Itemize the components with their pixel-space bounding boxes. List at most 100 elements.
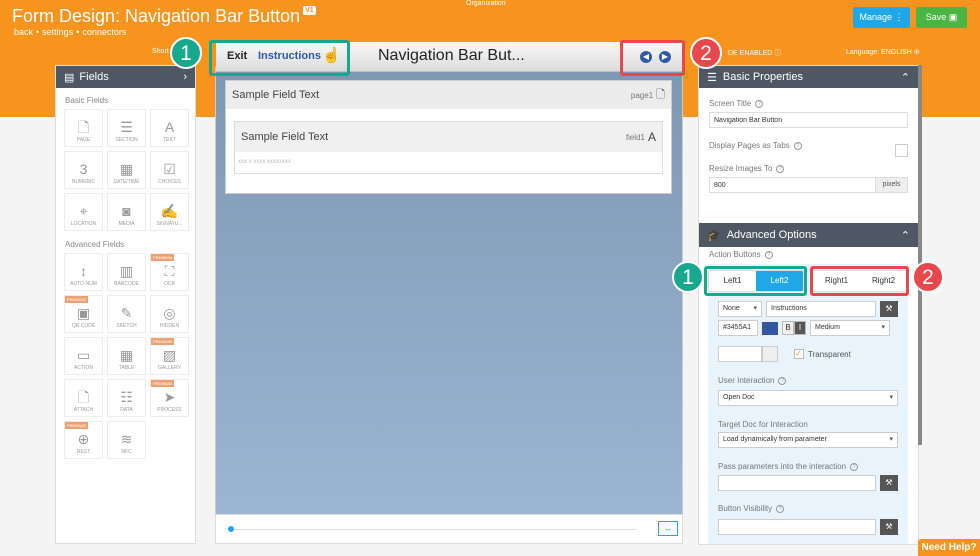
basic-fields-heading: Basic Fields — [65, 96, 109, 105]
more-vertical-icon: ⋮ — [894, 12, 904, 22]
collapse-arrow-icon[interactable]: › — [183, 71, 187, 83]
wrench-icon[interactable]: ⚒ — [880, 301, 898, 317]
advanced-options-header[interactable]: 🎓 Advanced Options ⌃ — [699, 223, 918, 247]
canvas-footer: ↔ — [215, 514, 683, 544]
field-tile-page[interactable]: 🗋 PAGE — [64, 109, 103, 147]
field-tile-table[interactable]: ▦ TABLE — [107, 337, 146, 375]
field-tile-sketch[interactable]: ✎ SKETCH — [107, 295, 146, 333]
action-buttons-label: Action Buttons? — [709, 250, 773, 259]
field-tile-attach[interactable]: 🗋 ATTACH — [64, 379, 103, 417]
help-icon[interactable]: ? — [778, 376, 787, 385]
help-icon[interactable]: ? — [850, 462, 859, 471]
auto-number-icon: ↕ — [80, 263, 87, 279]
field-tile-camera[interactable]: ◙ MEDIA — [107, 193, 146, 231]
resize-images-input[interactable] — [709, 177, 876, 193]
breadcrumb-connectors[interactable]: connectors — [82, 27, 126, 37]
zoom-slider-handle[interactable] — [228, 526, 234, 532]
attach-icon: 🗋 — [77, 389, 90, 405]
action-buttons-label-text: Action Buttons — [709, 250, 761, 259]
button-text-input[interactable]: Instructions — [766, 301, 876, 317]
field-tile-send[interactable]: PREMIUM ➤ PROCESS — [150, 379, 189, 417]
field-tile-location-pin[interactable]: ⌖ LOCATION — [64, 193, 103, 231]
background-color-input[interactable] — [718, 346, 762, 362]
field-tile-label: HIDDEN — [159, 323, 180, 329]
properties-scrollbar[interactable] — [918, 65, 922, 445]
breadcrumb-settings[interactable]: settings — [42, 27, 73, 37]
field-tile-section[interactable]: ☰ SECTION — [107, 109, 146, 147]
button-type-select[interactable]: None — [718, 301, 762, 317]
transparent-checkbox[interactable]: ✓ — [794, 349, 804, 359]
field-card[interactable]: Sample Field Text field1 A xxx x xxxx xx… — [234, 121, 663, 174]
organization-label[interactable]: Organization — [466, 0, 506, 7]
field-tile-action[interactable]: ▭ ACTION — [64, 337, 103, 375]
display-tabs-label: Display Pages as Tabs? — [709, 141, 918, 150]
signature-icon: ✍ — [160, 203, 179, 219]
field-tile-numeric[interactable]: 3 NUMERIC — [64, 151, 103, 189]
help-icon[interactable]: ? — [764, 250, 773, 259]
user-interaction-select[interactable]: Open Doc — [718, 390, 898, 406]
wrench-icon[interactable]: ⚒ — [880, 519, 898, 535]
properties-panel: ☰ Basic Properties ⌃ Screen Title? Displ… — [698, 65, 919, 545]
bold-toggle[interactable]: B — [782, 321, 794, 335]
field-tile-eye-slash[interactable]: ◎ HIDDEN — [150, 295, 189, 333]
target-doc-select[interactable]: Load dynamically from parameter — [718, 432, 898, 448]
field-tile-text[interactable]: A TEXT — [150, 109, 189, 147]
breadcrumb-back[interactable]: back — [14, 27, 33, 37]
color-hex-input[interactable]: #3455A1 — [718, 320, 758, 336]
field-tile-checkbox[interactable]: ☑ CHOICES — [150, 151, 189, 189]
field-tile-label: SECTION — [115, 137, 138, 143]
save-button-label: Save — [925, 12, 947, 22]
list-icon: ☰ — [707, 71, 717, 84]
field-tile-database[interactable]: ☷ DATA — [107, 379, 146, 417]
field-tile-label: TABLE — [118, 365, 135, 371]
field-header: Sample Field Text field1 A — [235, 122, 662, 152]
screen-title-input[interactable] — [709, 112, 908, 128]
field-tile-globe[interactable]: PREMIUM ⊕ REST — [64, 421, 103, 459]
need-help-button[interactable]: Need Help? — [918, 539, 980, 556]
help-icon[interactable]: ? — [776, 504, 785, 513]
font-size-select[interactable]: Medium — [810, 320, 890, 336]
document-icon: ▤ — [64, 71, 75, 84]
expand-width-icon[interactable]: ↔ — [658, 521, 678, 536]
field-tile-signature[interactable]: ✍ SIGNATU... — [150, 193, 189, 231]
screen-title-label: Screen Title? — [709, 99, 918, 108]
advanced-options-title: Advanced Options — [726, 229, 817, 241]
language-selector[interactable]: Language: ENGLISH ⊕ — [846, 48, 920, 56]
italic-toggle[interactable]: I — [794, 321, 806, 335]
field-tile-qr-code[interactable]: PREMIUM ▣ QR CODE — [64, 295, 103, 333]
field-tile-calendar[interactable]: ▦ DATE/TIME — [107, 151, 146, 189]
save-button[interactable]: Save ▣ — [916, 7, 967, 28]
display-tabs-checkbox[interactable] — [895, 144, 908, 157]
field-tile-label: AUTO-NUM — [70, 281, 97, 287]
page-card[interactable]: Sample Field Text page1 🗋 Sample Field T… — [225, 80, 672, 194]
field-tile-barcode[interactable]: ▥ BARCODE — [107, 253, 146, 291]
pass-params-label: Pass parameters into the interaction? — [718, 462, 859, 471]
field-tile-label: BARCODE — [114, 281, 139, 287]
table-icon: ▦ — [119, 347, 134, 363]
help-circle-icon[interactable]: ⓘ — [774, 50, 781, 57]
database-icon: ☷ — [120, 389, 133, 405]
wrench-icon[interactable]: ⚒ — [880, 475, 898, 491]
zoom-slider-track[interactable] — [231, 529, 636, 530]
help-icon[interactable]: ? — [793, 141, 802, 150]
field-tile-nfc[interactable]: ≋ NFC — [107, 421, 146, 459]
field-tile-auto-number[interactable]: ↕ AUTO-NUM — [64, 253, 103, 291]
background-color-swatch[interactable] — [762, 346, 778, 362]
callout-badge-2: 2 — [690, 37, 722, 69]
pass-params-input[interactable] — [718, 475, 876, 491]
help-icon[interactable]: ? — [776, 164, 785, 173]
button-visibility-input[interactable] — [718, 519, 876, 535]
help-icon[interactable]: ? — [755, 99, 764, 108]
field-tile-gallery[interactable]: PREMIUM ▨ GALLERY — [150, 337, 189, 375]
manage-button[interactable]: Manage ⋮ — [853, 7, 910, 28]
field-tile-ocr[interactable]: PREMIUM ⛶ OCR — [150, 253, 189, 291]
color-swatch[interactable] — [762, 321, 778, 335]
manage-button-label: Manage — [859, 12, 892, 22]
field-tile-label: PROCESS — [157, 407, 182, 413]
chevron-up-icon[interactable]: ⌃ — [901, 229, 910, 242]
chevron-up-icon[interactable]: ⌃ — [901, 71, 910, 84]
basic-properties-header[interactable]: ☰ Basic Properties ⌃ — [699, 66, 918, 88]
pass-params-row: ⚒ — [718, 475, 898, 491]
page-tag: page1 — [630, 90, 654, 100]
field-tile-label: LOCATION — [70, 221, 97, 227]
